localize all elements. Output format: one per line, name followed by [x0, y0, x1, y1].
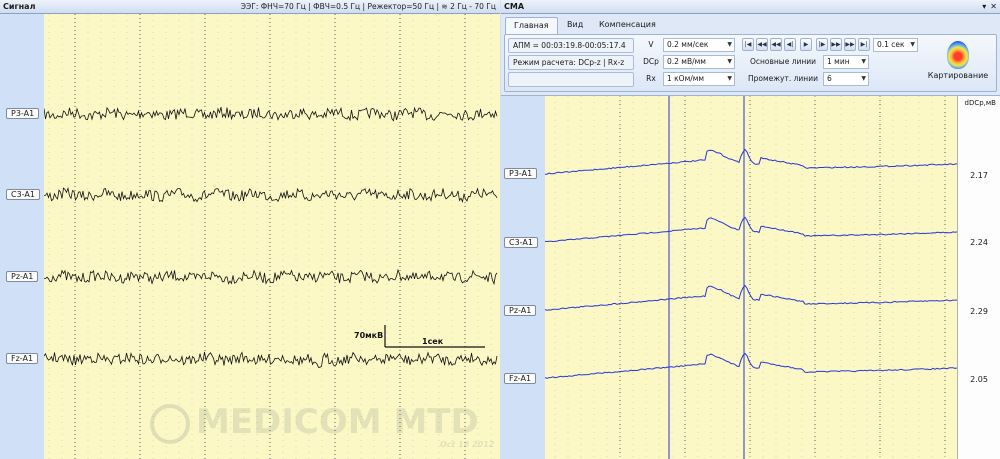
- chevron-down-icon: ▼: [861, 58, 866, 65]
- sma-label-pz-a1[interactable]: Pz-A1: [504, 305, 537, 316]
- channel-label-bar: [0, 14, 44, 459]
- filter-info[interactable]: ЭЭГ: ФНЧ=70 Гц | ФВЧ=0.5 Гц | Режектор=5…: [241, 0, 496, 14]
- back-icon[interactable]: ◀◀: [770, 38, 782, 51]
- sma-trace-p3-a1: [544, 148, 958, 175]
- mapping-button-label: Картирование: [927, 71, 989, 80]
- param-v-label: V: [648, 40, 654, 49]
- sma-label-c3-a1[interactable]: C3-A1: [504, 237, 538, 248]
- signal-title: Сигнал: [3, 2, 36, 11]
- sma-trace-c3-a1: [544, 216, 958, 243]
- fast-back-icon[interactable]: ◀◀: [756, 38, 768, 51]
- param-rx-select[interactable]: 1 кОм/мм ▼: [663, 72, 735, 86]
- signal-titlebar: Сигнал ЭЭГ: ФНЧ=70 Гц | ФВЧ=0.5 Гц | Реж…: [0, 0, 500, 14]
- value-p3-a1: 2.17: [970, 171, 988, 180]
- main-lines-select[interactable]: 1 мин ▼: [823, 55, 869, 69]
- mode-field[interactable]: Режим расчета: DCp-z | Rx-z: [508, 55, 634, 70]
- dropdown-icon[interactable]: ▾: [982, 2, 986, 11]
- step-forward-icon[interactable]: |▶: [816, 38, 828, 51]
- watermark-logo: MEDICOM MTD: [150, 402, 479, 444]
- chevron-down-icon: ▼: [727, 75, 732, 82]
- eeg-plot[interactable]: 70мкВ 1сек: [43, 14, 500, 459]
- main-lines-label: Основные линии: [749, 57, 817, 66]
- sma-label-p3-a1[interactable]: P3-A1: [504, 168, 538, 179]
- chevron-down-icon: ▼: [910, 41, 915, 48]
- scale-time-label: 1сек: [422, 337, 444, 346]
- head-map-icon: [947, 41, 969, 69]
- inter-lines-select[interactable]: 6 ▼: [823, 72, 869, 86]
- sma-titlebar: СМА ▾ ✕: [501, 0, 1000, 14]
- tab-compensation[interactable]: Компенсация: [591, 17, 664, 34]
- apm-field[interactable]: АПМ = 00:03:19.8-00:05:17.4: [508, 38, 634, 53]
- param-dcp-select[interactable]: 0.2 мВ/мм ▼: [663, 55, 735, 69]
- ribbon-body: АПМ = 00:03:19.8-00:05:17.4 Режим расчет…: [504, 34, 997, 92]
- value-c3-a1: 2.24: [970, 238, 988, 247]
- last-frame-icon[interactable]: ▶|: [858, 38, 870, 51]
- fast-forward-icon[interactable]: ▶▶: [844, 38, 856, 51]
- step-back-icon[interactable]: ◀|: [784, 38, 796, 51]
- channel-label-p3-a1[interactable]: P3-A1: [6, 108, 40, 119]
- inter-lines-label: Промежут. линии: [748, 74, 818, 83]
- medicom-logo-icon: [150, 403, 190, 444]
- close-icon[interactable]: ✕: [990, 2, 997, 11]
- param-rx-label: Rx: [646, 74, 656, 83]
- channel-label-fz-a1[interactable]: Fz-A1: [6, 353, 39, 364]
- sma-label-fz-a1[interactable]: Fz-A1: [504, 373, 537, 384]
- sma-chart[interactable]: [544, 96, 958, 459]
- signal-panel: Сигнал ЭЭГ: ФНЧ=70 Гц | ФВЧ=0.5 Гц | Реж…: [0, 0, 500, 459]
- tab-main[interactable]: Главная: [505, 17, 558, 34]
- play-icon[interactable]: ▶: [800, 38, 812, 51]
- chevron-down-icon: ▼: [727, 58, 732, 65]
- sma-title: СМА: [504, 2, 525, 11]
- ribbon-tabs: Главная Вид Компенсация: [501, 14, 1000, 34]
- watermark-brand: MEDICOM MTD: [196, 402, 479, 442]
- value-fz-a1: 2.05: [970, 375, 988, 384]
- sma-label-bar: [501, 96, 545, 459]
- value-column: dDCp,мВ 2.17 2.24 2.29 2.05: [957, 96, 1000, 459]
- mapping-button[interactable]: Картирование: [926, 37, 990, 89]
- channel-label-c3-a1[interactable]: C3-A1: [6, 189, 40, 200]
- step-select[interactable]: 0.1 сек ▼: [873, 38, 918, 52]
- watermark-date: Oct 18 2012: [440, 440, 495, 449]
- first-frame-icon[interactable]: |◀: [742, 38, 754, 51]
- eeg-chart[interactable]: 70мкВ 1сек: [43, 14, 500, 459]
- forward-icon[interactable]: ▶▶: [830, 38, 842, 51]
- sma-panel: СМА ▾ ✕ Главная Вид Компенсация АПМ = 00:…: [501, 0, 1000, 459]
- channel-label-pz-a1[interactable]: Pz-A1: [6, 271, 39, 282]
- param-dcp-label: DCp: [643, 57, 659, 66]
- eeg-trace-pz-a1: [43, 268, 498, 286]
- empty-field[interactable]: [508, 72, 634, 87]
- param-v-select[interactable]: 0.2 мм/сек ▼: [663, 38, 735, 52]
- scale-amplitude-label: 70мкВ: [354, 331, 383, 340]
- sma-trace-fz-a1: [544, 352, 958, 379]
- chevron-down-icon: ▼: [861, 75, 866, 82]
- sma-plot[interactable]: [544, 96, 958, 459]
- value-pz-a1: 2.29: [970, 307, 988, 316]
- chevron-down-icon: ▼: [727, 41, 732, 48]
- value-header: dDCp,мВ: [964, 99, 996, 107]
- tab-view[interactable]: Вид: [559, 17, 591, 34]
- ribbon: Главная Вид Компенсация АПМ = 00:03:19.8…: [501, 14, 1000, 96]
